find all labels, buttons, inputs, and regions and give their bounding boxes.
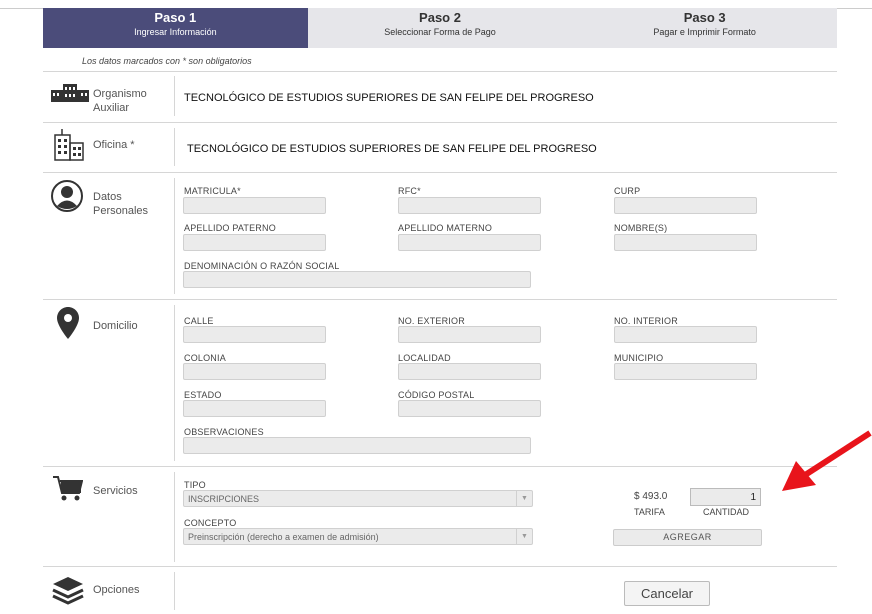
no-interior-input[interactable] bbox=[614, 326, 757, 343]
divider bbox=[43, 466, 837, 467]
step-indicator: Paso 1 Ingresar Información Paso 2 Selec… bbox=[43, 8, 838, 48]
no-exterior-label: NO. EXTERIOR bbox=[398, 316, 465, 326]
user-icon bbox=[51, 180, 83, 212]
step-1: Paso 1 Ingresar Información bbox=[43, 8, 308, 48]
curp-input[interactable] bbox=[614, 197, 757, 214]
calle-input[interactable] bbox=[183, 326, 326, 343]
curp-label: CURP bbox=[614, 186, 641, 196]
codigo-postal-input[interactable] bbox=[398, 400, 541, 417]
cancel-button[interactable]: Cancelar bbox=[624, 581, 710, 606]
office-icon bbox=[54, 129, 84, 161]
razon-social-input[interactable] bbox=[183, 271, 531, 288]
agregar-button[interactable]: AGREGAR bbox=[613, 529, 762, 546]
section-label-oficina: Oficina * bbox=[93, 139, 135, 151]
municipio-label: MUNICIPIO bbox=[614, 353, 664, 363]
layers-icon bbox=[52, 577, 84, 605]
column-divider bbox=[174, 472, 175, 562]
colonia-label: COLONIA bbox=[184, 353, 226, 363]
nombre-input[interactable] bbox=[614, 234, 757, 251]
municipio-input[interactable] bbox=[614, 363, 757, 380]
section-label-personales: Datos Personales bbox=[93, 191, 149, 217]
no-interior-label: NO. INTERIOR bbox=[614, 316, 678, 326]
divider bbox=[43, 566, 837, 567]
column-divider bbox=[174, 572, 175, 610]
localidad-input[interactable] bbox=[398, 363, 541, 380]
rfc-label: RFC* bbox=[398, 186, 421, 196]
colonia-input[interactable] bbox=[183, 363, 326, 380]
cantidad-input[interactable]: 1 bbox=[690, 488, 761, 506]
estado-label: ESTADO bbox=[184, 390, 222, 400]
concepto-select[interactable]: Preinscripción (derecho a examen de admi… bbox=[183, 528, 533, 545]
building-icon bbox=[51, 84, 89, 102]
concepto-label: CONCEPTO bbox=[184, 518, 237, 528]
no-exterior-input[interactable] bbox=[398, 326, 541, 343]
step-2-subtitle: Seleccionar Forma de Pago bbox=[384, 27, 496, 37]
organismo-value: TECNOLÓGICO DE ESTUDIOS SUPERIORES DE SA… bbox=[184, 92, 594, 104]
red-arrow-annotation-icon bbox=[782, 430, 872, 491]
observaciones-label: OBSERVACIONES bbox=[184, 427, 264, 437]
razon-social-label: DENOMINACIÓN O RAZÓN SOCIAL bbox=[184, 261, 340, 271]
column-divider bbox=[174, 76, 175, 116]
apellido-materno-label: APELLIDO MATERNO bbox=[398, 223, 493, 233]
required-fields-note: Los datos marcados con * son obligatorio… bbox=[82, 56, 252, 66]
nombre-label: NOMBRE(S) bbox=[614, 223, 668, 233]
apellido-materno-input[interactable] bbox=[398, 234, 541, 251]
divider bbox=[43, 122, 837, 123]
column-divider bbox=[174, 178, 175, 294]
step-3: Paso 3 Pagar e Imprimir Formato bbox=[572, 8, 838, 48]
matricula-input[interactable] bbox=[183, 197, 326, 214]
divider bbox=[43, 71, 837, 72]
section-label-opciones: Opciones bbox=[93, 584, 140, 596]
step-1-subtitle: Ingresar Información bbox=[134, 27, 217, 37]
column-divider bbox=[174, 305, 175, 461]
step-2: Paso 2 Seleccionar Forma de Pago bbox=[307, 8, 573, 48]
column-divider bbox=[174, 128, 175, 166]
divider bbox=[43, 172, 837, 173]
location-pin-icon bbox=[57, 307, 79, 339]
cantidad-label: CANTIDAD bbox=[703, 507, 750, 517]
estado-input[interactable] bbox=[183, 400, 326, 417]
concepto-select-value: Preinscripción (derecho a examen de admi… bbox=[188, 532, 379, 542]
matricula-label: MATRICULA* bbox=[184, 186, 241, 196]
localidad-label: LOCALIDAD bbox=[398, 353, 451, 363]
step-1-title: Paso 1 bbox=[154, 10, 197, 25]
section-label-domicilio: Domicilio bbox=[93, 320, 138, 332]
chevron-down-icon: ▼ bbox=[516, 491, 532, 506]
oficina-value: TECNOLÓGICO DE ESTUDIOS SUPERIORES DE SA… bbox=[187, 143, 597, 155]
step-2-title: Paso 2 bbox=[419, 10, 461, 25]
step-3-title: Paso 3 bbox=[683, 10, 726, 25]
tarifa-label: TARIFA bbox=[634, 507, 665, 517]
section-label-servicios: Servicios bbox=[93, 485, 138, 497]
rfc-input[interactable] bbox=[398, 197, 541, 214]
tipo-label: TIPO bbox=[184, 480, 206, 490]
codigo-postal-label: CÓDIGO POSTAL bbox=[398, 390, 475, 400]
tarifa-value: $ 493.0 bbox=[634, 491, 668, 502]
apellido-paterno-label: APELLIDO PATERNO bbox=[184, 223, 276, 233]
chevron-down-icon: ▼ bbox=[516, 529, 532, 544]
apellido-paterno-input[interactable] bbox=[183, 234, 326, 251]
tipo-select-value: INSCRIPCIONES bbox=[188, 494, 260, 504]
tipo-select[interactable]: INSCRIPCIONES ▼ bbox=[183, 490, 533, 507]
calle-label: CALLE bbox=[184, 316, 214, 326]
divider bbox=[43, 299, 837, 300]
step-3-subtitle: Pagar e Imprimir Formato bbox=[653, 27, 756, 37]
cart-icon bbox=[53, 476, 83, 501]
section-label-organismo: Organismo Auxiliar bbox=[93, 88, 147, 114]
observaciones-input[interactable] bbox=[183, 437, 531, 454]
